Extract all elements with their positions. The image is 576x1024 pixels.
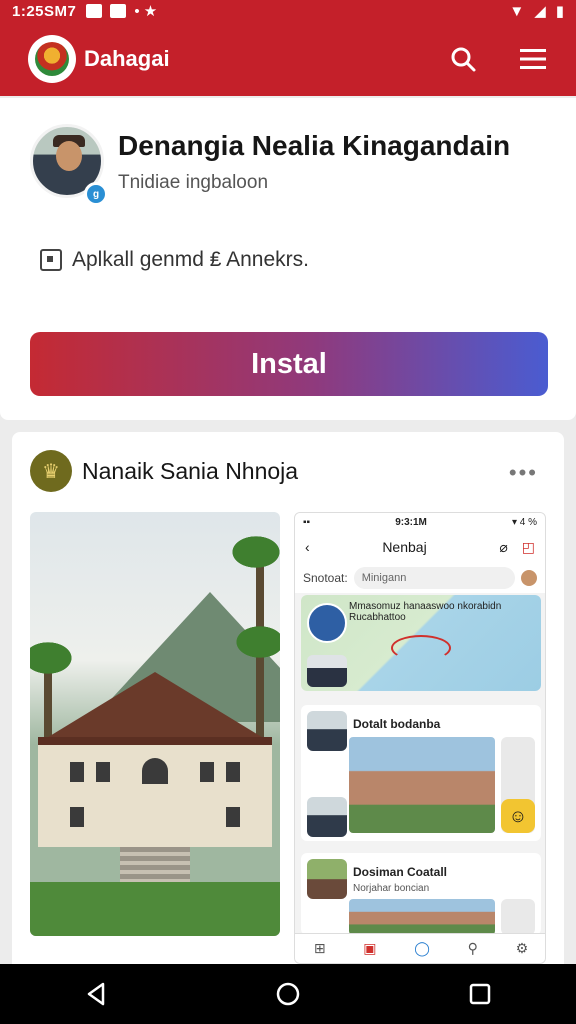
- map-avatar: [307, 655, 347, 687]
- phone-map-card[interactable]: Mmasomuz hanaaswoo nkorabidn Rucabhattoo: [301, 595, 541, 691]
- signal-icon: ◢: [534, 3, 546, 20]
- item-side-panel: [501, 899, 535, 935]
- phone-back-icon[interactable]: ‹: [305, 539, 310, 555]
- search-icon[interactable]: [448, 44, 478, 74]
- post-title: Nanaik Sania Nhnoja: [82, 458, 299, 484]
- profile-subtitle: Tnidiae ingbaloon: [118, 172, 269, 193]
- home-icon[interactable]: [268, 974, 308, 1014]
- status-time: 1:25SM7: [12, 2, 77, 20]
- wifi-icon: ▼: [509, 2, 525, 20]
- back-icon[interactable]: [76, 974, 116, 1014]
- settings-tab-icon[interactable]: ⚙: [516, 940, 529, 957]
- phone-search-placeholder: Minigann: [361, 572, 407, 584]
- phone-search-label: Snotoat:: [303, 571, 348, 585]
- map-location-icon: [307, 603, 347, 643]
- post-card: ♛ Nanaik Sania Nhnoja ••• ▪▪ 9:3:1M ▾ 4 …: [12, 432, 564, 972]
- profile-tab-icon[interactable]: ⚲: [468, 940, 478, 957]
- phone-notification-icon[interactable]: ◰: [522, 539, 535, 556]
- app-title: Dahagai: [84, 46, 170, 71]
- info-text: Aplkall genmd ₤ Annekrs.: [72, 248, 309, 271]
- building-photo[interactable]: [30, 512, 280, 936]
- phone-search-row: Snotoat: Minigann: [295, 563, 545, 593]
- item-avatar: [307, 711, 347, 751]
- app-tab-icon[interactable]: ▣: [363, 940, 376, 957]
- phone-time: 9:3:1M: [395, 516, 427, 528]
- phone-tab-bar: ⊞ ▣ ◯ ⚲ ⚙: [295, 933, 545, 963]
- phone-list-item[interactable]: Dotalt bodanba ☺: [301, 705, 541, 841]
- home-tab-icon[interactable]: ⊞: [314, 940, 326, 957]
- app-notification-icon: • ★: [134, 3, 158, 20]
- phone-status-bar: ▪▪ 9:3:1M ▾ 4 %: [295, 513, 545, 531]
- item-avatar: [307, 859, 347, 899]
- install-button[interactable]: Instal: [30, 332, 548, 396]
- map-title: Mmasomuz hanaaswoo nkorabidn Rucabhattoo: [349, 601, 502, 623]
- phone-mini-avatar[interactable]: [521, 570, 537, 586]
- phone-title: Nenbaj: [382, 539, 427, 555]
- verified-badge: g: [84, 182, 108, 206]
- post-author-logo[interactable]: ♛: [30, 450, 72, 492]
- info-row: Aplkall genmd ₤ Annekrs.: [40, 248, 309, 272]
- more-options-icon[interactable]: •••: [509, 460, 538, 486]
- item-avatar-2: [307, 797, 347, 837]
- battery-icon: ▮: [555, 3, 564, 20]
- item-subtitle: Norjahar boncian: [353, 883, 430, 894]
- phone-share-icon[interactable]: ⌀: [499, 539, 507, 556]
- system-nav-bar: [0, 964, 576, 1024]
- phone-status-icons: ▾ 4 %: [511, 516, 537, 528]
- profile-name: Denangia Nealia Kinagandain: [118, 130, 511, 161]
- phone-search-field[interactable]: Minigann: [353, 567, 515, 589]
- item-image: [349, 899, 495, 935]
- profile-card: g Denangia Nealia Kinagandain Tnidiae in…: [0, 98, 576, 420]
- phone-top-bar: ‹ Nenbaj ⌀ ◰: [295, 531, 545, 563]
- notification-icon: [86, 4, 103, 18]
- status-bar: 1:25SM7 • ★ ▼ ◢ ▮: [0, 0, 576, 22]
- app-logo[interactable]: [28, 35, 76, 83]
- chat-tab-icon[interactable]: ◯: [414, 940, 430, 957]
- phone-signal-icon: ▪▪: [303, 516, 311, 528]
- item-title: Dotalt bodanba: [353, 717, 441, 731]
- menu-icon[interactable]: [518, 44, 548, 74]
- info-box-icon: [40, 249, 62, 271]
- recents-icon[interactable]: [460, 974, 500, 1014]
- item-building-image: [349, 737, 495, 833]
- smiley-icon[interactable]: ☺: [501, 799, 535, 833]
- map-route: [391, 635, 451, 661]
- app-bar: Dahagai: [0, 22, 576, 96]
- phone-list-item[interactable]: Dosiman Coatall Norjahar boncian: [301, 853, 541, 935]
- mail-icon: [110, 4, 127, 18]
- phone-preview[interactable]: ▪▪ 9:3:1M ▾ 4 % ‹ Nenbaj ⌀ ◰ Snotoat: Mi…: [294, 512, 546, 964]
- item-title: Dosiman Coatall: [353, 865, 448, 879]
